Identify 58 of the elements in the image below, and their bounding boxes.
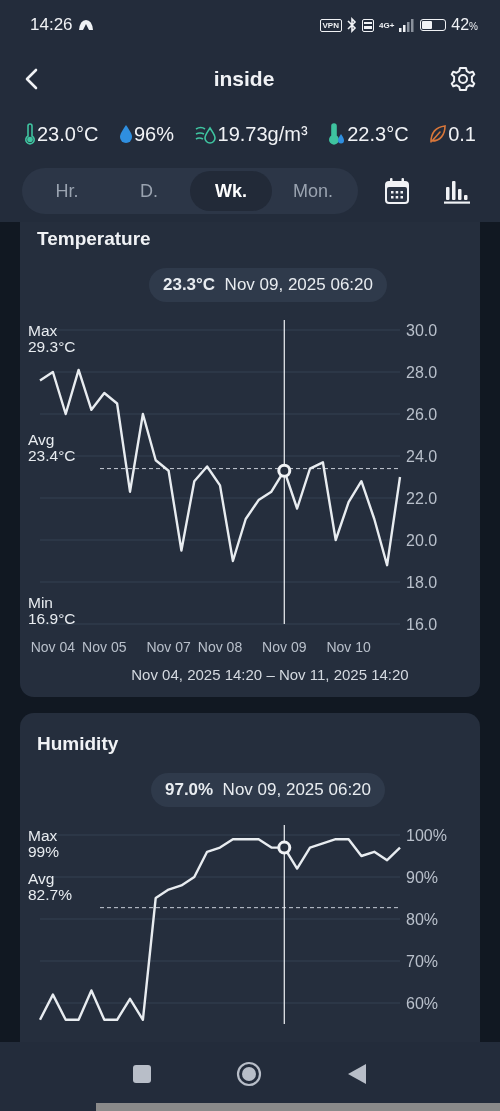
volte-icon bbox=[361, 18, 374, 32]
stat-label: Max 99% bbox=[28, 827, 60, 860]
y-axis-label: 60% bbox=[406, 995, 439, 1012]
y-axis-label: 80% bbox=[406, 911, 439, 928]
period-tab[interactable]: Mon. bbox=[272, 171, 354, 211]
thermometer-drop-icon bbox=[328, 123, 347, 145]
period-tab[interactable]: Wk. bbox=[190, 171, 272, 211]
x-axis-label: Nov 09 bbox=[262, 639, 307, 655]
cursor-readout: 97.0% Nov 09, 2025 06:20 bbox=[150, 773, 385, 807]
back-button[interactable] bbox=[347, 1062, 368, 1085]
y-axis-label: 70% bbox=[406, 953, 439, 970]
settings-icon[interactable] bbox=[450, 66, 476, 92]
vpn-indicator: VPN bbox=[319, 18, 342, 32]
reading-value: 22.3°C bbox=[347, 122, 409, 146]
network-type: 4G+ bbox=[378, 20, 395, 30]
bar-chart-icon[interactable] bbox=[444, 178, 470, 204]
reading-value: 96% bbox=[133, 122, 174, 146]
y-axis-label: 24.0 bbox=[406, 448, 438, 465]
crosshair-cursor[interactable] bbox=[277, 319, 292, 625]
page-title: inside bbox=[213, 67, 275, 91]
period-tab[interactable]: Hr. bbox=[26, 171, 108, 211]
y-axis-label: 20.0 bbox=[406, 532, 438, 549]
bluetooth-icon bbox=[346, 17, 357, 33]
battery-percentage: 42% bbox=[451, 16, 478, 34]
date-range: Nov 04, 2025 14:20 – Nov 11, 2025 14:20 bbox=[130, 666, 409, 683]
home-button[interactable] bbox=[236, 1060, 262, 1087]
card-title: Temperature bbox=[36, 228, 152, 250]
status-time: 14:26 bbox=[30, 15, 73, 35]
y-axis-label: 22.0 bbox=[406, 490, 438, 507]
y-axis-label: 90% bbox=[406, 869, 439, 886]
y-axis-label: 30.0 bbox=[406, 322, 438, 339]
stat-label: Avg 23.4°C bbox=[28, 430, 76, 464]
x-axis-label: Nov 08 bbox=[197, 639, 243, 655]
y-axis-label: 28.0 bbox=[406, 364, 438, 381]
period-tab[interactable]: D. bbox=[108, 171, 190, 211]
y-axis-label: 18.0 bbox=[406, 574, 438, 591]
crosshair-cursor[interactable] bbox=[277, 824, 292, 1025]
x-axis-label: Nov 07 bbox=[146, 639, 191, 655]
y-axis-label: 100% bbox=[406, 827, 447, 844]
reading-value: 19.73g/m³ bbox=[217, 122, 308, 146]
signal-icon bbox=[399, 18, 416, 32]
stat-label: Max 29.3°C bbox=[28, 322, 76, 355]
stat-label: Min 16.9°C bbox=[28, 594, 76, 627]
y-axis-label: 16.0 bbox=[406, 616, 438, 633]
recents-button[interactable] bbox=[132, 1064, 151, 1083]
card-title: Humidity bbox=[36, 733, 120, 755]
reading-value: 23.0°C bbox=[37, 122, 99, 146]
stat-label: Avg 82.7% bbox=[28, 869, 72, 903]
calendar-icon[interactable] bbox=[384, 177, 410, 205]
x-axis-label: Nov 04 bbox=[30, 639, 76, 655]
cursor-readout: 23.3°C Nov 09, 2025 06:20 bbox=[149, 268, 387, 302]
app-notification-icon bbox=[77, 19, 94, 31]
back-icon[interactable] bbox=[24, 68, 38, 90]
x-axis-label: Nov 05 bbox=[82, 639, 127, 655]
battery-icon bbox=[420, 19, 447, 31]
y-axis-label: 26.0 bbox=[406, 406, 438, 423]
reading-value: 0.1 bbox=[448, 122, 476, 146]
x-axis-label: Nov 10 bbox=[326, 639, 371, 655]
